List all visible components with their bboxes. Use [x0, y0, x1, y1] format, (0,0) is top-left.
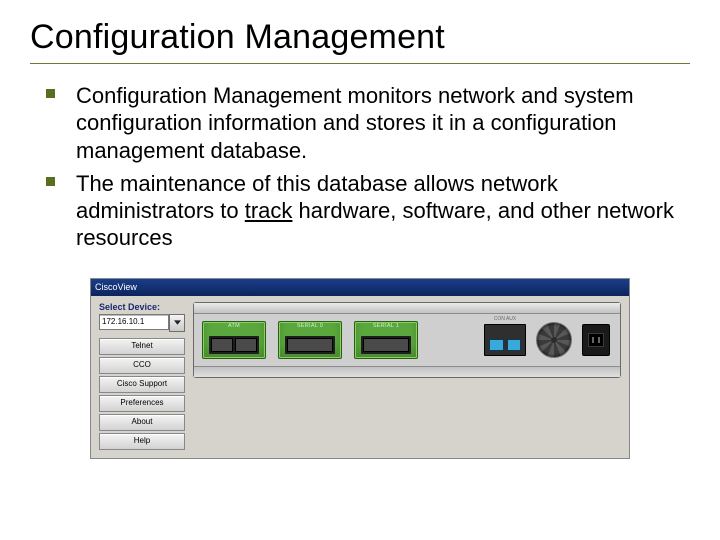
serial0-module[interactable]: SERIAL 0 — [278, 321, 342, 359]
chassis-top-rail — [194, 303, 620, 314]
bullet-square-icon — [46, 177, 55, 186]
slide-title: Configuration Management — [30, 18, 690, 57]
window-title: CiscoView — [95, 282, 137, 292]
about-button[interactable]: About — [99, 414, 185, 431]
bullet-square-icon — [46, 89, 55, 98]
chassis-slots: ATM SERIAL 0 SERIAL 1 — [194, 314, 620, 366]
console-ports — [489, 339, 521, 351]
serial1-module[interactable]: SERIAL 1 — [354, 321, 418, 359]
console-aux-block[interactable]: CON AUX — [484, 324, 526, 356]
atm-module[interactable]: ATM — [202, 321, 266, 359]
chassis-right: CON AUX — [484, 322, 610, 358]
telnet-button[interactable]: Telnet — [99, 338, 185, 355]
window-titlebar: CiscoView — [91, 279, 629, 296]
module-ports — [361, 336, 411, 354]
title-underline — [30, 63, 690, 64]
device-view: ATM SERIAL 0 SERIAL 1 — [193, 302, 621, 450]
underlined-word: track — [245, 198, 293, 223]
device-select-value[interactable]: 172.16.10.1 — [99, 314, 169, 330]
bullet-item: The maintenance of this database allows … — [76, 170, 680, 252]
bullet-text: The maintenance of this database allows … — [76, 171, 674, 251]
bullet-list: Configuration Management monitors networ… — [30, 82, 690, 252]
device-figure: CiscoView Select Device: 172.16.10.1 Tel… — [90, 278, 630, 459]
router-chassis: ATM SERIAL 0 SERIAL 1 — [193, 302, 621, 378]
module-ports — [285, 336, 335, 354]
iec-inlet-icon — [588, 333, 604, 347]
power-inlet — [582, 324, 610, 356]
side-panel: Select Device: 172.16.10.1 Telnet CCO Ci… — [99, 302, 185, 450]
module-ports — [209, 336, 259, 354]
bullet-item: Configuration Management monitors networ… — [76, 82, 680, 164]
cco-button[interactable]: CCO — [99, 357, 185, 374]
help-button[interactable]: Help — [99, 433, 185, 450]
device-select[interactable]: 172.16.10.1 — [99, 314, 185, 332]
select-device-label: Select Device: — [99, 302, 185, 312]
ciscoview-window: CiscoView Select Device: 172.16.10.1 Tel… — [90, 278, 630, 459]
chassis-fan-icon — [536, 322, 572, 358]
chevron-down-icon — [174, 320, 181, 325]
preferences-button[interactable]: Preferences — [99, 395, 185, 412]
chassis-bottom-rail — [194, 366, 620, 377]
cisco-support-button[interactable]: Cisco Support — [99, 376, 185, 393]
bullet-text: Configuration Management monitors networ… — [76, 83, 634, 163]
dropdown-button[interactable] — [169, 314, 185, 332]
window-body: Select Device: 172.16.10.1 Telnet CCO Ci… — [91, 296, 629, 458]
slide: Configuration Management Configuration M… — [0, 0, 720, 540]
